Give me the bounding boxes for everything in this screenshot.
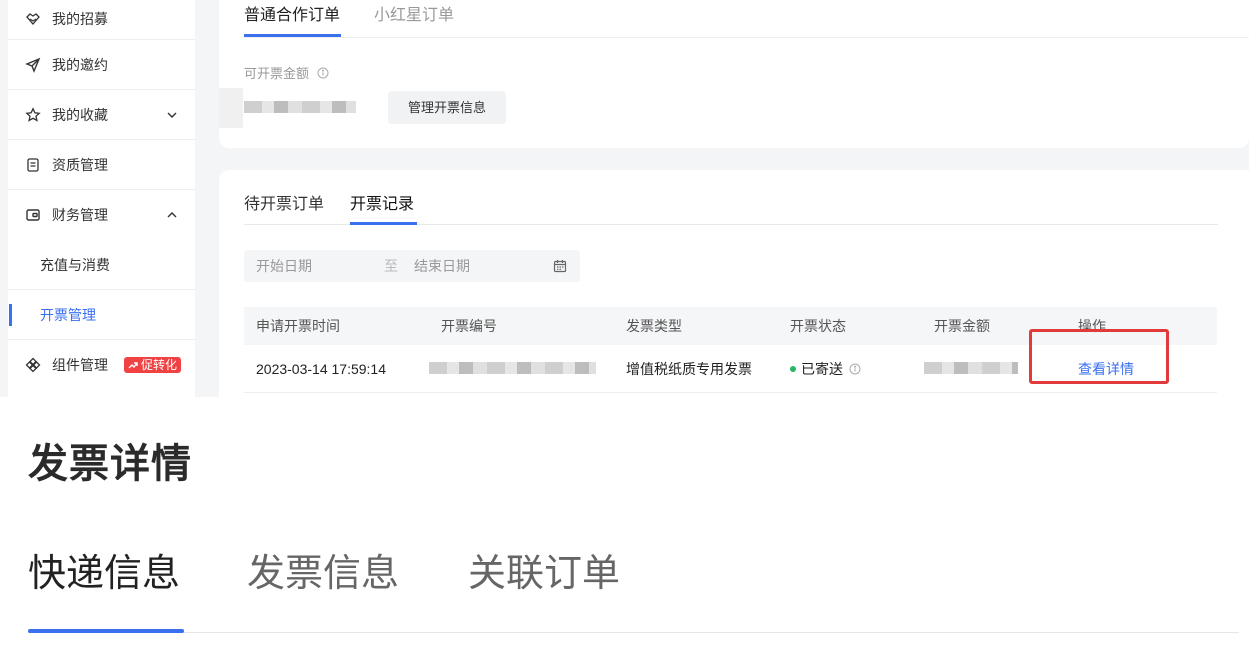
star-icon	[25, 107, 41, 122]
sidebar-item-my-invitations[interactable]: 我的邀约	[8, 40, 195, 90]
promo-badge: 促转化	[124, 357, 182, 373]
sidebar-item-label: 充值与消费	[40, 257, 110, 273]
date-separator: 至	[384, 258, 398, 274]
tab-invoice-info[interactable]: 发票信息	[247, 549, 399, 599]
tab-shipping-info[interactable]: 快递信息	[28, 549, 180, 599]
sidebar-item-my-recruit[interactable]: 我的招募	[8, 0, 195, 44]
calendar-icon[interactable]	[553, 259, 567, 273]
sidebar-item-qualification[interactable]: 资质管理	[8, 140, 195, 190]
status-dot	[790, 366, 796, 372]
start-date-input[interactable]: 开始日期	[256, 258, 312, 274]
table-header: 申请开票时间 开票编号 发票类型 开票状态 开票金额 操作	[244, 307, 1217, 345]
sidebar-item-label: 财务管理	[52, 207, 108, 223]
active-tab-underline	[350, 222, 417, 225]
trend-up-icon	[128, 362, 138, 369]
column-header: 发票类型	[626, 318, 682, 334]
date-range-picker[interactable]: 开始日期 至 结束日期	[244, 250, 580, 282]
page-title: 发票详情	[28, 442, 192, 486]
info-icon[interactable]	[849, 363, 861, 375]
active-indicator	[9, 304, 12, 326]
status-cell: 已寄送	[790, 361, 861, 377]
tab-related-orders[interactable]: 关联订单	[468, 549, 620, 599]
invoice-amount-card: 普通合作订单 小红星订单 可开票金额 管理开票信息	[219, 0, 1249, 148]
sidebar-item-label: 我的收藏	[52, 107, 108, 123]
invoice-management-screen: 我的招募 我的邀约 我的收藏 资质管理 财务管理 充值与消费 开票管理 组件管理…	[0, 0, 1249, 397]
sidebar-item-label: 组件管理	[52, 357, 108, 373]
handshake-icon	[26, 13, 40, 25]
tab-pending-invoice-orders[interactable]: 待开票订单	[244, 195, 324, 215]
sidebar-item-components[interactable]: 组件管理 促转化	[8, 340, 195, 390]
column-header: 操作	[1078, 318, 1106, 334]
tab-divider	[28, 632, 1239, 633]
sidebar-item-invoice-management[interactable]: 开票管理	[8, 290, 195, 340]
wallet-icon	[26, 209, 40, 221]
column-header: 开票金额	[934, 318, 990, 334]
chevron-down-icon[interactable]	[165, 108, 179, 122]
active-tab-underline	[244, 34, 341, 37]
send-icon	[25, 57, 41, 73]
sidebar: 我的招募 我的邀约 我的收藏 资质管理 财务管理 充值与消费 开票管理 组件管理…	[8, 0, 195, 397]
tab-red-star-orders[interactable]: 小红星订单	[374, 6, 454, 26]
end-date-input[interactable]: 结束日期	[414, 258, 470, 274]
sidebar-item-finance[interactable]: 财务管理	[8, 190, 195, 240]
sidebar-item-recharge[interactable]: 充值与消费	[8, 240, 195, 290]
status-text: 已寄送	[801, 361, 843, 377]
column-header: 申请开票时间	[256, 318, 340, 334]
table-row: 2023-03-14 17:59:14 增值税纸质专用发票 已寄送 查看详情	[244, 345, 1217, 393]
tab-divider	[244, 37, 1249, 38]
sidebar-item-label: 资质管理	[52, 157, 108, 173]
manage-invoice-info-button[interactable]: 管理开票信息	[388, 91, 506, 124]
chevron-up-icon[interactable]	[165, 208, 179, 222]
component-icon	[25, 357, 41, 373]
column-header: 开票状态	[790, 318, 846, 334]
active-tab-underline	[28, 629, 184, 633]
tab-invoice-records[interactable]: 开票记录	[350, 195, 414, 215]
promo-badge-label: 促转化	[141, 358, 178, 372]
invoice-amount-label: 可开票金额	[244, 66, 329, 82]
document-icon	[27, 158, 39, 172]
sidebar-item-label: 我的招募	[52, 11, 108, 27]
redacted-amount	[924, 362, 1018, 374]
sidebar-item-label: 我的邀约	[52, 57, 108, 73]
redacted-invoice-number	[429, 362, 596, 374]
redacted-area	[219, 88, 243, 128]
view-details-link[interactable]: 查看详情	[1078, 361, 1134, 377]
sidebar-item-label: 开票管理	[40, 307, 96, 323]
tab-normal-orders[interactable]: 普通合作订单	[244, 6, 340, 26]
invoice-records-card: 待开票订单 开票记录 开始日期 至 结束日期 申请开票时间 开票编号 发票类型 …	[219, 170, 1249, 397]
apply-time-cell: 2023-03-14 17:59:14	[256, 361, 386, 377]
invoice-detail-screen: 发票详情 快递信息 发票信息 关联订单	[0, 397, 1249, 646]
info-icon[interactable]	[317, 67, 329, 79]
invoice-amount-label-text: 可开票金额	[244, 66, 310, 81]
invoice-type-cell: 增值税纸质专用发票	[626, 361, 752, 377]
sidebar-item-my-favorites[interactable]: 我的收藏	[8, 90, 195, 140]
column-header: 开票编号	[441, 318, 497, 334]
redacted-invoice-amount	[244, 101, 356, 113]
